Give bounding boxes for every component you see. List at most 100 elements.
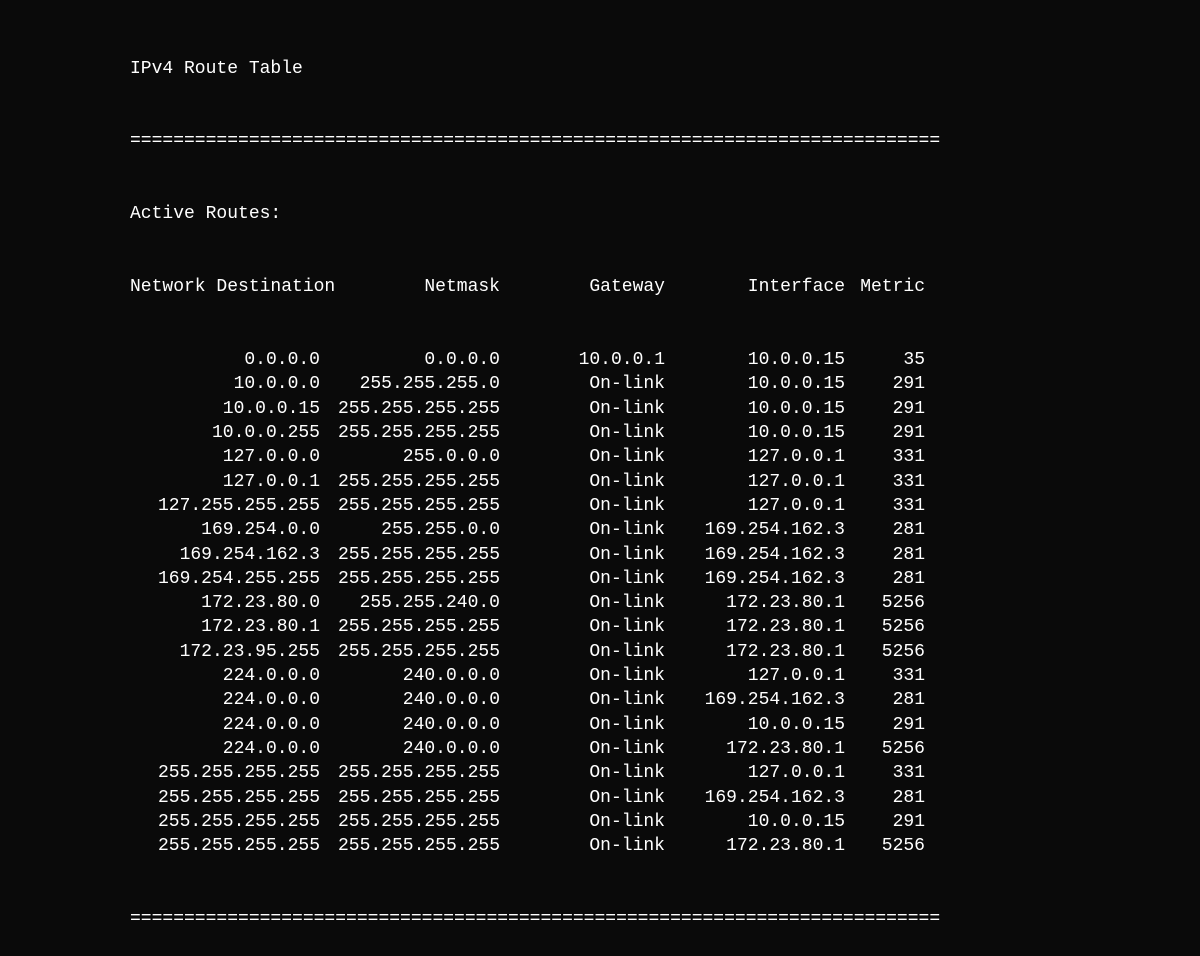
route-metric: 331 (845, 445, 925, 469)
route-iface: 10.0.0.15 (665, 397, 845, 421)
route-dest: 172.23.80.0 (130, 591, 320, 615)
route-metric: 331 (845, 470, 925, 494)
route-metric: 281 (845, 688, 925, 712)
route-mask: 255.255.0.0 (320, 518, 500, 542)
route-row: 224.0.0.0240.0.0.0On-link10.0.0.15291 (130, 713, 1200, 737)
header-interface: Interface (665, 275, 845, 299)
route-iface: 169.254.162.3 (665, 567, 845, 591)
route-mask: 255.255.255.255 (320, 834, 500, 858)
separator-bottom: ========================================… (130, 907, 1200, 931)
route-metric: 291 (845, 397, 925, 421)
route-row: 127.0.0.1255.255.255.255On-link127.0.0.1… (130, 470, 1200, 494)
route-metric: 291 (845, 421, 925, 445)
route-metric: 331 (845, 494, 925, 518)
route-mask: 0.0.0.0 (320, 348, 500, 372)
route-mask: 255.255.255.255 (320, 470, 500, 494)
route-iface: 127.0.0.1 (665, 470, 845, 494)
route-gate: On-link (500, 761, 665, 785)
routes-body: 0.0.0.00.0.0.010.0.0.110.0.0.153510.0.0.… (130, 348, 1200, 858)
route-metric: 35 (845, 348, 925, 372)
route-dest: 224.0.0.0 (130, 688, 320, 712)
route-gate: On-link (500, 397, 665, 421)
route-dest: 172.23.80.1 (130, 615, 320, 639)
route-gate: On-link (500, 713, 665, 737)
route-metric: 291 (845, 372, 925, 396)
route-iface: 127.0.0.1 (665, 445, 845, 469)
route-row: 10.0.0.255255.255.255.255On-link10.0.0.1… (130, 421, 1200, 445)
route-iface: 10.0.0.15 (665, 713, 845, 737)
route-gate: On-link (500, 688, 665, 712)
route-table-title: IPv4 Route Table (130, 57, 1200, 81)
route-row: 224.0.0.0240.0.0.0On-link172.23.80.15256 (130, 737, 1200, 761)
route-iface: 172.23.80.1 (665, 737, 845, 761)
route-mask: 255.255.255.255 (320, 761, 500, 785)
route-iface: 10.0.0.15 (665, 810, 845, 834)
route-dest: 10.0.0.15 (130, 397, 320, 421)
route-gate: On-link (500, 737, 665, 761)
route-dest: 224.0.0.0 (130, 713, 320, 737)
route-dest: 169.254.162.3 (130, 543, 320, 567)
route-iface: 10.0.0.15 (665, 421, 845, 445)
route-dest: 224.0.0.0 (130, 737, 320, 761)
route-mask: 240.0.0.0 (320, 664, 500, 688)
route-metric: 291 (845, 810, 925, 834)
route-metric: 281 (845, 786, 925, 810)
route-mask: 255.255.255.255 (320, 615, 500, 639)
route-iface: 10.0.0.15 (665, 372, 845, 396)
route-gate: On-link (500, 567, 665, 591)
route-row: 169.254.162.3255.255.255.255On-link169.2… (130, 543, 1200, 567)
header-gateway: Gateway (500, 275, 665, 299)
route-iface: 172.23.80.1 (665, 834, 845, 858)
route-gate: On-link (500, 786, 665, 810)
route-row: 10.0.0.15255.255.255.255On-link10.0.0.15… (130, 397, 1200, 421)
header-netmask: Netmask (335, 275, 500, 299)
route-iface: 172.23.80.1 (665, 615, 845, 639)
route-iface: 169.254.162.3 (665, 543, 845, 567)
route-row: 255.255.255.255255.255.255.255On-link172… (130, 834, 1200, 858)
route-iface: 127.0.0.1 (665, 494, 845, 518)
route-metric: 331 (845, 664, 925, 688)
route-row: 172.23.80.0255.255.240.0On-link172.23.80… (130, 591, 1200, 615)
route-gate: On-link (500, 591, 665, 615)
route-gate: On-link (500, 834, 665, 858)
route-dest: 255.255.255.255 (130, 786, 320, 810)
route-iface: 10.0.0.15 (665, 348, 845, 372)
route-row: 255.255.255.255255.255.255.255On-link127… (130, 761, 1200, 785)
route-iface: 172.23.80.1 (665, 640, 845, 664)
route-dest: 10.0.0.255 (130, 421, 320, 445)
route-mask: 255.255.255.255 (320, 421, 500, 445)
route-dest: 169.254.0.0 (130, 518, 320, 542)
route-mask: 255.255.255.255 (320, 786, 500, 810)
route-row: 127.0.0.0255.0.0.0On-link127.0.0.1331 (130, 445, 1200, 469)
route-metric: 291 (845, 713, 925, 737)
route-mask: 255.255.255.255 (320, 494, 500, 518)
route-dest: 172.23.95.255 (130, 640, 320, 664)
header-destination: Network Destination (130, 275, 335, 299)
route-gate: On-link (500, 445, 665, 469)
route-mask: 255.255.255.255 (320, 543, 500, 567)
route-metric: 5256 (845, 640, 925, 664)
route-iface: 169.254.162.3 (665, 688, 845, 712)
route-metric: 281 (845, 543, 925, 567)
route-iface: 169.254.162.3 (665, 786, 845, 810)
route-row: 0.0.0.00.0.0.010.0.0.110.0.0.1535 (130, 348, 1200, 372)
route-mask: 255.255.255.0 (320, 372, 500, 396)
route-dest: 127.255.255.255 (130, 494, 320, 518)
route-dest: 10.0.0.0 (130, 372, 320, 396)
route-mask: 255.255.255.255 (320, 810, 500, 834)
route-dest: 0.0.0.0 (130, 348, 320, 372)
route-metric: 331 (845, 761, 925, 785)
route-row: 255.255.255.255255.255.255.255On-link169… (130, 786, 1200, 810)
route-row: 169.254.255.255255.255.255.255On-link169… (130, 567, 1200, 591)
route-gate: On-link (500, 543, 665, 567)
route-mask: 255.255.240.0 (320, 591, 500, 615)
route-metric: 5256 (845, 834, 925, 858)
route-gate: On-link (500, 494, 665, 518)
route-iface: 172.23.80.1 (665, 591, 845, 615)
route-row: 224.0.0.0240.0.0.0On-link127.0.0.1331 (130, 664, 1200, 688)
route-row: 172.23.80.1255.255.255.255On-link172.23.… (130, 615, 1200, 639)
route-dest: 127.0.0.1 (130, 470, 320, 494)
route-row: 255.255.255.255255.255.255.255On-link10.… (130, 810, 1200, 834)
route-metric: 5256 (845, 737, 925, 761)
route-dest: 255.255.255.255 (130, 834, 320, 858)
